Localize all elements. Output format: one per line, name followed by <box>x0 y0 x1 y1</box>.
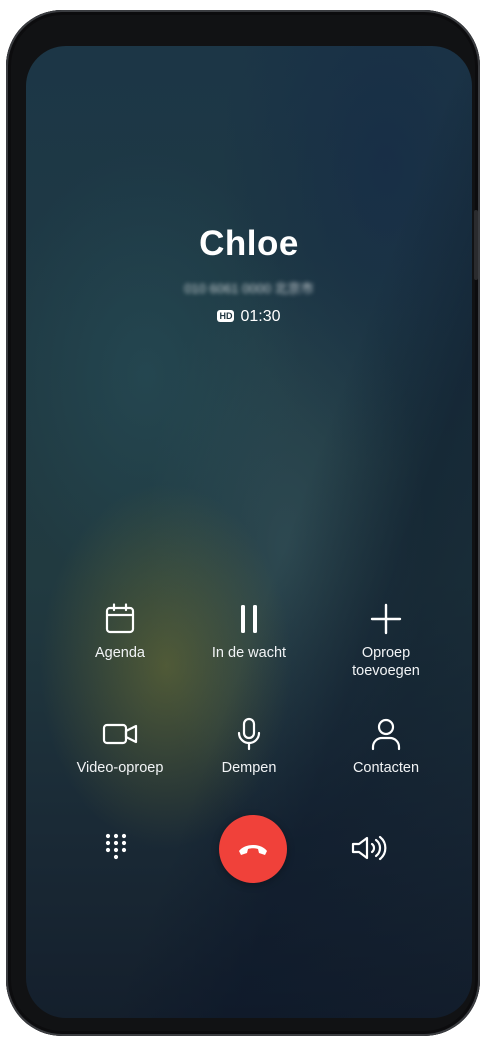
dialpad-button[interactable] <box>104 832 128 871</box>
video-call-button[interactable]: Video-oproep <box>50 717 190 777</box>
calendar-icon <box>105 603 135 634</box>
add-call-label: Oproep toevoegen <box>352 645 420 679</box>
calendar-button[interactable]: Agenda <box>50 602 190 662</box>
dialpad-icon <box>105 833 127 860</box>
hold-label: In de wacht <box>211 645 287 661</box>
add-call-button[interactable]: Oproep toevoegen <box>316 602 456 680</box>
pause-icon <box>241 605 257 633</box>
caller-number: 010 6061 0000 北京市 <box>184 281 314 296</box>
speaker-button[interactable] <box>350 834 390 867</box>
hd-badge: HD <box>217 310 235 322</box>
contacts-button[interactable]: Contacten <box>316 717 456 777</box>
microphone-icon <box>237 717 261 751</box>
person-icon <box>371 718 401 751</box>
side-button <box>474 210 478 280</box>
caller-name: Chloe <box>199 224 299 263</box>
hang-up-icon <box>239 845 267 855</box>
end-call-button[interactable] <box>219 815 287 883</box>
mute-button[interactable]: Dempen <box>179 717 319 777</box>
call-screen: Chloe 010 6061 0000 北京市 HD 01:30 Agenda <box>26 46 472 1018</box>
video-camera-icon <box>102 723 138 745</box>
calendar-label: Agenda <box>95 645 145 661</box>
speaker-icon <box>351 835 387 861</box>
video-call-label: Video-oproep <box>76 760 164 776</box>
call-timer: 01:30 <box>240 308 281 325</box>
phone-frame: Chloe 010 6061 0000 北京市 HD 01:30 Agenda <box>6 10 480 1036</box>
call-status: HD 01:30 <box>26 308 472 326</box>
in-call-content: Chloe 010 6061 0000 北京市 HD 01:30 Agenda <box>26 46 472 1018</box>
plus-icon <box>370 603 402 635</box>
mute-label: Dempen <box>221 760 277 776</box>
hold-button[interactable]: In de wacht <box>179 602 319 662</box>
contacts-label: Contacten <box>352 760 420 776</box>
